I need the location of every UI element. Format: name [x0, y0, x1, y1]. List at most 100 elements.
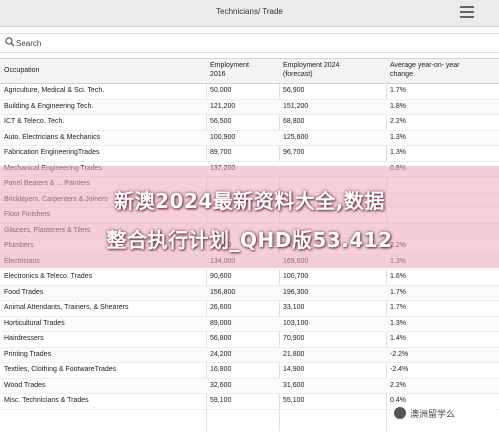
- occupation-cell: Wood Trades: [4, 381, 46, 389]
- employment-2016-cell: 156,800: [210, 288, 236, 296]
- table-row: Horticultural Trades 89,000 103,100 1.3%: [0, 316, 499, 332]
- employment-2024-cell: 31,600: [283, 381, 305, 389]
- employment-2016-cell: 32,600: [210, 381, 232, 389]
- employment-2024-cell: 125,600: [283, 133, 309, 141]
- employment-2016-cell: 100,900: [210, 133, 236, 141]
- yoy-change-cell: 1.3%: [390, 319, 406, 327]
- table-row: Animal Attendants, Trainers, & Shearers 2…: [0, 301, 499, 317]
- search-input[interactable]: [16, 36, 316, 50]
- yoy-change-cell: 1.3%: [390, 149, 406, 156]
- occupation-cell: Fabrication EngineeringTrades: [4, 149, 100, 156]
- employment-2016-cell: 137,200: [210, 164, 236, 172]
- employment-2016-cell: 89,000: [210, 319, 232, 327]
- table-row: Floor Finishers: [0, 208, 499, 224]
- employment-2024-cell: 169,600: [283, 257, 309, 265]
- table-row: Textiles, Clothing & FootwareTrades 16,80…: [0, 363, 499, 379]
- employment-2016-cell: 56,500: [210, 118, 232, 125]
- occupation-cell: Glaziers, Plasterers & Tilers: [4, 226, 91, 234]
- yoy-change-cell: 1.3%: [390, 133, 406, 141]
- employment-2024-cell: 68,800: [283, 118, 305, 125]
- yoy-change-cell: -2.4%: [390, 366, 409, 373]
- table-row: Wood Trades 32,600 31,600 2.2%: [0, 378, 499, 394]
- yoy-change-cell: 0.8%: [390, 164, 406, 172]
- employment-2016-cell: 134,000: [210, 257, 236, 265]
- occupation-cell: Agriculture, Medical & Sci. Tech.: [4, 87, 105, 94]
- employment-2016-cell: 24,200: [210, 350, 232, 358]
- table-row: Printing Trades 24,200 21,800 -2.2%: [0, 347, 499, 363]
- occupation-cell: Printing Trades: [4, 350, 52, 358]
- employment-2024-cell: 70,900: [283, 335, 305, 342]
- occupation-cell: Panel Beaters & ... Painters: [4, 180, 90, 187]
- employment-2024-cell: 94,600: [283, 242, 305, 249]
- watermark-text: 澳洲留学么: [410, 409, 456, 419]
- employment-2024-cell: 14,900: [283, 366, 305, 373]
- column-header-occupation[interactable]: Occupation: [4, 67, 39, 76]
- occupation-cell: Food Trades: [4, 288, 44, 296]
- employment-2016-cell: 26,600: [210, 304, 232, 311]
- employment-2024-cell: 151,200: [283, 102, 309, 110]
- employment-2024-cell: 100,700: [283, 273, 309, 280]
- column-header-yoy-change[interactable]: Average year-on- year change: [390, 62, 460, 79]
- employment-2016-cell: 90,600: [210, 273, 232, 280]
- occupation-cell: Bricklayers, Carpenters & Joiners: [4, 195, 108, 203]
- table-row: Building & Engineering Tech. 121,200 151,2…: [0, 99, 499, 115]
- employment-2016-cell: 89,700: [210, 149, 232, 156]
- occupation-cell: ICT & Teleco. Tech.: [4, 118, 65, 125]
- table-header: Occupation Employment 2016 Employment 20…: [0, 58, 499, 84]
- table-row: Plumbers 79,600 94,600 2.2%: [0, 239, 499, 255]
- table-row: Mechanical Engineering Trades 137,200 0.8%: [0, 161, 499, 177]
- employment-2016-cell: 121,200: [210, 102, 236, 110]
- occupation-cell: Plumbers: [4, 242, 34, 249]
- occupation-cell: Misc. Technicians & Trades: [4, 397, 89, 404]
- table-row: Electronics & Teleco. Trades 90,600 100,70…: [0, 270, 499, 286]
- employment-2016-cell: 59,100: [210, 397, 232, 404]
- table-row: ICT & Teleco. Tech. 56,500 68,800 2.2%: [0, 115, 499, 131]
- employment-2024-cell: 55,100: [283, 397, 305, 404]
- search-bar: [0, 33, 499, 53]
- yoy-change-cell: -2.2%: [390, 350, 409, 358]
- yoy-change-cell: 1.8%: [390, 102, 406, 110]
- table-body: Agriculture, Medical & Sci. Tech. 50,000 5…: [0, 84, 499, 410]
- occupation-cell: Auto. Electricians & Mechanics: [4, 133, 101, 141]
- occupation-cell: Textiles, Clothing & FootwareTrades: [4, 366, 117, 373]
- page-title: Technicians/ Trade: [216, 7, 283, 16]
- table-row: Panel Beaters & ... Painters: [0, 177, 499, 193]
- search-icon: [5, 37, 15, 47]
- yoy-change-cell: 1.7%: [390, 87, 406, 94]
- wechat-logo-icon: [394, 407, 406, 419]
- menu-icon[interactable]: [460, 6, 474, 18]
- occupation-cell: Mechanical Engineering Trades: [4, 164, 103, 172]
- table-row: Agriculture, Medical & Sci. Tech. 50,000 5…: [0, 84, 499, 100]
- employment-2024-cell: 96,700: [283, 149, 305, 156]
- employment-2024-cell: 21,800: [283, 350, 305, 358]
- employment-2016-cell: 56,800: [210, 335, 232, 342]
- employment-2016-cell: 50,000: [210, 87, 232, 94]
- yoy-change-cell: 0.4%: [390, 397, 406, 404]
- yoy-change-cell: 1.7%: [390, 304, 406, 311]
- table-row: Electricians 134,000 169,600 1.3%: [0, 254, 499, 270]
- occupation-cell: Electricians: [4, 257, 40, 265]
- column-header-employment-2016[interactable]: Employment 2016: [210, 62, 249, 79]
- occupation-cell: Animal Attendants, Trainers, & Shearers: [4, 304, 129, 311]
- employment-2016-cell: 79,600: [210, 242, 232, 249]
- table-row: Bricklayers, Carpenters & Joiners: [0, 192, 499, 208]
- employment-2024-cell: 196,300: [283, 288, 309, 296]
- occupation-cell: Electronics & Teleco. Trades: [4, 273, 93, 280]
- window-header: Technicians/ Trade: [0, 0, 499, 27]
- data-table: Occupation Employment 2016 Employment 20…: [0, 58, 499, 431]
- occupation-cell: Building & Engineering Tech.: [4, 102, 94, 110]
- yoy-change-cell: 1.6%: [390, 273, 406, 280]
- table-row: Auto. Electricians & Mechanics 100,900 125…: [0, 130, 499, 146]
- occupation-cell: Horticultural Trades: [4, 319, 65, 327]
- yoy-change-cell: 2.2%: [390, 381, 406, 389]
- table-row: Hairdressers 56,800 70,900 1.4%: [0, 332, 499, 348]
- occupation-cell: Floor Finishers: [4, 211, 51, 218]
- employment-2024-cell: 103,100: [283, 319, 309, 327]
- employment-2024-cell: 56,900: [283, 87, 305, 94]
- yoy-change-cell: 1.4%: [390, 335, 406, 342]
- yoy-change-cell: 2.2%: [390, 118, 406, 125]
- yoy-change-cell: 1.7%: [390, 288, 406, 296]
- column-header-employment-2024[interactable]: Employment 2024 (forecast): [283, 62, 339, 79]
- employment-2024-cell: 33,100: [283, 304, 305, 311]
- employment-2016-cell: 16,800: [210, 366, 232, 373]
